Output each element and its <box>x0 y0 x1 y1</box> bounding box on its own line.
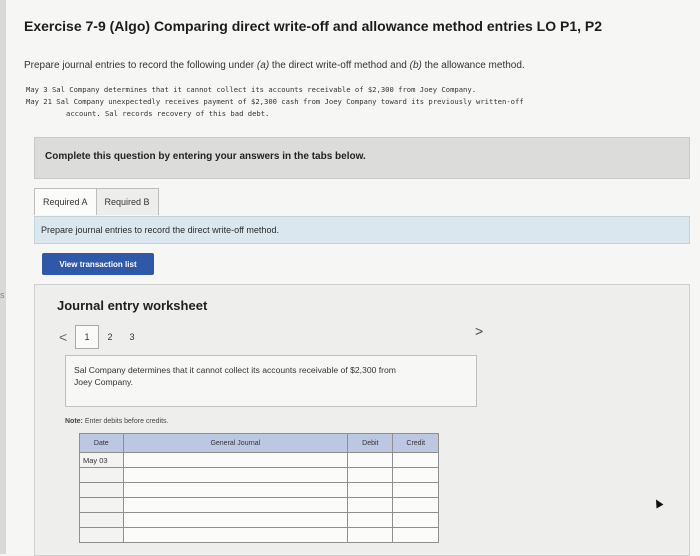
left-strip <box>0 0 6 554</box>
instructions: Prepare journal entries to record the fo… <box>24 60 525 71</box>
date-cell <box>79 512 124 528</box>
transaction-description: Sal Company determines that it cannot co… <box>74 365 396 387</box>
page-1-button[interactable]: 1 <box>75 325 99 349</box>
credit-cell[interactable] <box>392 467 439 483</box>
worksheet-pager: < 1 2 3 <box>59 325 143 349</box>
next-page-icon[interactable]: > <box>475 323 483 339</box>
page-title: Exercise 7-9 (Algo) Comparing direct wri… <box>24 18 603 34</box>
account-cell[interactable] <box>122 482 349 498</box>
credit-cell[interactable] <box>392 482 439 498</box>
debit-cell[interactable] <box>347 512 394 528</box>
transaction-description-box: Sal Company determines that it cannot co… <box>65 355 477 407</box>
header-debit: Debit <box>347 433 394 453</box>
event-may-3: May 3 Sal Company determines that it can… <box>26 85 477 94</box>
complete-question-banner: Complete this question by entering your … <box>34 137 690 179</box>
required-tabs: Required A Required B <box>34 188 159 216</box>
header-credit: Credit <box>392 433 439 453</box>
debit-cell[interactable] <box>347 527 394 543</box>
note-text: Note: Enter debits before credits. <box>65 418 169 425</box>
date-cell <box>79 497 124 513</box>
instruction-text-3: the allowance method. <box>421 60 525 71</box>
event-may-21: May 21 Sal Company unexpectedly receives… <box>26 97 524 106</box>
credit-cell[interactable] <box>392 497 439 513</box>
worksheet-title: Journal entry worksheet <box>57 298 208 313</box>
account-cell[interactable] <box>122 497 349 513</box>
table-row <box>79 482 439 498</box>
table-row <box>79 497 439 513</box>
account-cell[interactable] <box>122 527 349 543</box>
view-transaction-list-button[interactable]: View transaction list <box>42 253 154 275</box>
journal-entry-worksheet: Journal entry worksheet < 1 2 3 > Sal Co… <box>34 284 690 556</box>
table-row: May 03 <box>79 452 439 468</box>
account-cell[interactable] <box>122 512 349 528</box>
left-margin-mark: s <box>0 290 5 300</box>
page-2-button[interactable]: 2 <box>99 326 121 348</box>
journal-header-row: Date General Journal Debit Credit <box>79 433 439 453</box>
required-instruction-text: Prepare journal entries to record the di… <box>41 225 279 235</box>
tab-required-a[interactable]: Required A <box>34 188 97 215</box>
table-row <box>79 527 439 543</box>
date-cell <box>79 482 124 498</box>
note-body: Enter debits before credits. <box>82 418 169 425</box>
credit-cell[interactable] <box>392 452 439 468</box>
debit-cell[interactable] <box>347 482 394 498</box>
page-3-button[interactable]: 3 <box>121 326 143 348</box>
debit-cell[interactable] <box>347 467 394 483</box>
credit-cell[interactable] <box>392 512 439 528</box>
table-row <box>79 467 439 483</box>
header-general-journal: General Journal <box>122 433 349 453</box>
prev-page-icon[interactable]: < <box>59 329 75 345</box>
complete-question-text: Complete this question by entering your … <box>45 151 366 162</box>
event-list: May 3 Sal Company determines that it can… <box>26 84 524 120</box>
page: s Exercise 7-9 (Algo) Comparing direct w… <box>0 0 700 556</box>
header-date: Date <box>79 433 124 453</box>
instruction-text-1: Prepare journal entries to record the fo… <box>24 60 257 71</box>
account-cell[interactable] <box>122 467 349 483</box>
debit-cell[interactable] <box>347 452 394 468</box>
note-label: Note: <box>65 418 83 425</box>
tab-required-b[interactable]: Required B <box>96 188 159 215</box>
instruction-a: (a) <box>256 60 270 71</box>
debit-cell[interactable] <box>347 497 394 513</box>
instruction-text-2: the direct write-off method and <box>269 60 410 71</box>
credit-cell[interactable] <box>392 527 439 543</box>
date-cell <box>79 467 124 483</box>
event-may-21-cont: account. Sal records recovery of this ba… <box>66 109 270 118</box>
date-cell[interactable]: May 03 <box>79 452 124 468</box>
required-instruction-bar: Prepare journal entries to record the di… <box>34 216 690 244</box>
date-cell <box>79 527 124 543</box>
account-cell[interactable] <box>122 452 349 468</box>
table-row <box>79 512 439 528</box>
journal-table: Date General Journal Debit Credit May 03 <box>79 433 439 543</box>
instruction-b: (b) <box>409 60 422 71</box>
